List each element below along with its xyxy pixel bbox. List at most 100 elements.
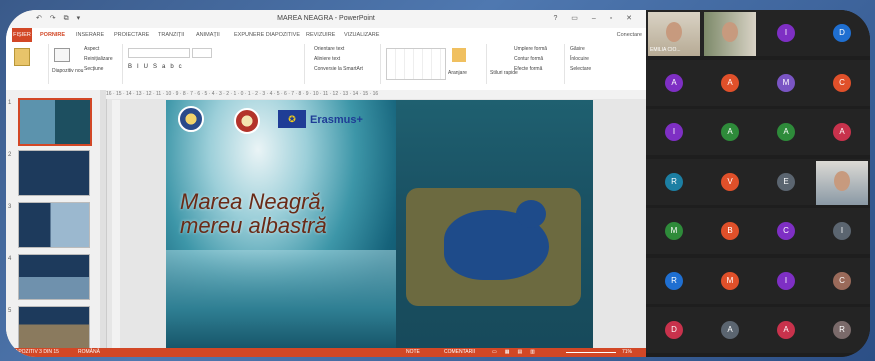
participant-tile[interactable]: E — [758, 158, 814, 205]
participant-tile[interactable]: M — [758, 59, 814, 106]
participant-avatar: A — [721, 123, 739, 141]
new-slide-icon[interactable] — [54, 48, 70, 62]
tab-insert[interactable]: INSERARE — [76, 32, 104, 38]
section-button[interactable]: Secțiune — [84, 66, 103, 72]
font-group: BIUSabc — [124, 44, 305, 84]
new-slide-button[interactable]: Diapozitiv nou — [52, 68, 83, 74]
tab-design[interactable]: PROIECTARE — [114, 32, 149, 38]
format-buttons[interactable]: BIUSabc — [128, 64, 187, 70]
thumbnails-scrollbar[interactable] — [100, 90, 106, 348]
arrange-icon[interactable] — [452, 48, 466, 62]
participant-avatar: C — [777, 222, 795, 240]
participant-tile[interactable]: EMILIA CIO... — [646, 10, 702, 56]
tab-slideshow[interactable]: EXPUNERE DIAPOZITIVE — [234, 32, 300, 38]
language-indicator[interactable]: ROMÂNĂ — [78, 348, 100, 357]
text-direction-button[interactable]: Orientare text — [314, 46, 344, 52]
participant-tile[interactable]: A — [702, 59, 758, 106]
participant-avatar: A — [721, 321, 739, 339]
select-button[interactable]: Selectare — [570, 66, 591, 72]
notes-button[interactable]: NOTE — [406, 348, 420, 357]
thumb-number: 1 — [8, 100, 12, 106]
participant-tile[interactable]: A — [702, 307, 758, 353]
tab-review[interactable]: REVIZUIRE — [306, 32, 335, 38]
view-buttons[interactable]: ▭▦▤▥ — [492, 348, 543, 357]
participant-tile[interactable]: M — [646, 208, 702, 254]
participant-tile[interactable]: R — [646, 257, 702, 304]
participant-tile[interactable]: A — [758, 307, 814, 353]
participant-tile[interactable]: I — [758, 257, 814, 304]
shape-effects-button[interactable]: Efecte formă — [514, 66, 542, 72]
participant-tile[interactable]: A — [702, 109, 758, 155]
clipboard-group — [8, 44, 49, 84]
window-title: MAREA NEAGRA - PowerPoint — [277, 15, 375, 22]
participant-video — [816, 160, 868, 205]
font-name-input[interactable] — [128, 48, 190, 58]
participant-tile[interactable] — [814, 158, 870, 205]
participant-tile[interactable]: D — [646, 307, 702, 353]
slide-title: Marea Neagră, mereu albastră — [180, 190, 327, 238]
shape-outline-button[interactable]: Contur formă — [514, 56, 543, 62]
participant-video: EMILIA CIO... — [648, 12, 700, 56]
slide-counter: DIAPOZITIV 3 DIN 15 — [10, 349, 59, 355]
participant-face — [834, 170, 850, 191]
eu-flag-icon: ✪ — [278, 110, 306, 128]
slide-canvas[interactable]: ✪ Erasmus+ Marea Neagră, mereu albastră — [166, 100, 593, 348]
status-bar: DIAPOZITIV 3 DIN 15 ROMÂNĂ NOTE COMENTAR… — [6, 348, 646, 357]
window-controls[interactable]: ? ▭ – ▫ ✕ — [553, 14, 638, 22]
participant-tile[interactable]: M — [702, 257, 758, 304]
wave-foam — [166, 250, 396, 348]
find-button[interactable]: Găsire — [570, 46, 585, 52]
shape-fill-button[interactable]: Umplere formă — [514, 46, 547, 52]
editing-group: Găsire Înlocuire Selectare — [566, 44, 626, 84]
smartart-button[interactable]: Conversie la SmartArt — [314, 66, 363, 72]
participant-tile[interactable]: A — [646, 59, 702, 106]
replace-button[interactable]: Înlocuire — [570, 56, 589, 62]
participant-tile[interactable]: R — [814, 307, 870, 353]
tab-view[interactable]: VIZUALIZARE — [344, 32, 379, 38]
slide-thumbnail-3[interactable] — [18, 202, 90, 248]
sign-in-link[interactable]: Conectare — [617, 32, 642, 38]
participant-tile[interactable]: D — [814, 10, 870, 56]
black-sea-map-image — [406, 188, 581, 306]
layout-button[interactable]: Aspect — [84, 46, 99, 52]
participant-video — [704, 12, 756, 56]
arrange-button[interactable]: Aranjare — [448, 70, 467, 76]
drawing-group: Aranjare — [382, 44, 487, 84]
participant-tile[interactable]: I — [758, 10, 814, 56]
zoom-slider[interactable] — [566, 352, 616, 353]
participant-tile[interactable]: C — [814, 59, 870, 106]
participant-avatar: M — [665, 222, 683, 240]
participant-tile[interactable]: R — [646, 158, 702, 205]
participant-tile[interactable]: A — [814, 109, 870, 155]
zoom-level[interactable]: 71% — [622, 348, 632, 357]
slide-thumbnail-5[interactable] — [18, 306, 90, 352]
paragraph-group: Orientare text Aliniere text Conversie l… — [306, 44, 381, 84]
participant-avatar: I — [665, 123, 683, 141]
tab-file[interactable]: FIȘIER — [12, 28, 32, 42]
participant-tile[interactable]: C — [814, 257, 870, 304]
participant-tile[interactable]: B — [702, 208, 758, 254]
tab-transitions[interactable]: TRANZIȚII — [158, 32, 184, 38]
participant-avatar: A — [777, 123, 795, 141]
participant-tile[interactable]: A — [758, 109, 814, 155]
thumb-number: 3 — [8, 204, 12, 210]
participant-tile[interactable]: I — [646, 109, 702, 155]
font-size-input[interactable] — [192, 48, 212, 58]
video-call-gallery: EMILIA CIO... I D A A M C I A A A R V E M B C I R M I C D A A R — [646, 10, 870, 357]
shapes-gallery[interactable] — [386, 48, 446, 80]
tab-home[interactable]: PORNIRE — [40, 32, 65, 38]
slide-thumbnail-4[interactable] — [18, 254, 90, 300]
participant-tile[interactable]: C — [758, 208, 814, 254]
align-text-button[interactable]: Aliniere text — [314, 56, 340, 62]
work-area: 1 2 3 4 5 ✪ Erasmus+ Marea Neagră, mereu… — [6, 90, 646, 352]
slide-thumbnail-2[interactable] — [18, 150, 90, 196]
participant-avatar: M — [777, 73, 795, 92]
comments-button[interactable]: COMENTARII — [444, 348, 475, 357]
participant-tile[interactable]: I — [814, 208, 870, 254]
tab-animations[interactable]: ANIMAȚII — [196, 32, 220, 38]
slide-thumbnail-1[interactable] — [18, 98, 92, 146]
participant-tile[interactable]: V — [702, 158, 758, 205]
paste-icon[interactable] — [14, 48, 30, 66]
reset-button[interactable]: Reinițializare — [84, 56, 113, 62]
participant-tile[interactable] — [702, 10, 758, 56]
